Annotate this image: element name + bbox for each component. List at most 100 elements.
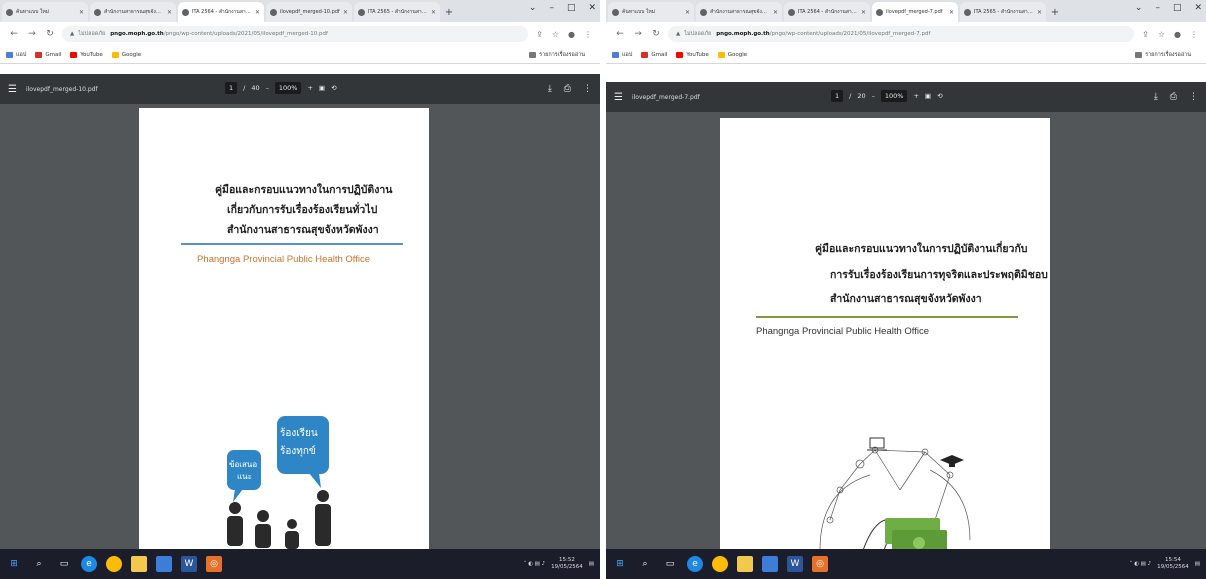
- zoom-out-button[interactable]: –: [872, 92, 875, 100]
- file-explorer-icon[interactable]: [737, 556, 753, 572]
- tab-close-icon[interactable]: ✕: [861, 9, 866, 16]
- pdf-menu-icon[interactable]: ☰: [8, 84, 17, 95]
- forward-icon[interactable]: →: [26, 29, 38, 39]
- bookmark-gmail[interactable]: Gmail: [35, 51, 61, 58]
- task-view-icon[interactable]: ▭: [56, 556, 72, 572]
- download-icon[interactable]: ⤓: [1154, 92, 1158, 102]
- edge-icon[interactable]: e: [687, 556, 703, 572]
- bookmark-star-icon[interactable]: ☆: [1158, 30, 1165, 39]
- tray-icons[interactable]: ˄ ◐ ▤ ♪: [1130, 561, 1152, 567]
- tab-close-icon[interactable]: ✕: [1037, 9, 1042, 16]
- page-number-input[interactable]: 1: [225, 82, 238, 94]
- reading-list[interactable]: รายการเรื่องรออ่าน: [1135, 51, 1191, 59]
- browser-tab[interactable]: ilovepdf_merged-10.pdf ✕: [266, 2, 352, 22]
- forward-icon[interactable]: →: [632, 29, 644, 39]
- menu-dots-icon[interactable]: ⋮: [584, 30, 592, 39]
- new-tab-button[interactable]: +: [1048, 2, 1062, 22]
- tab-close-icon[interactable]: ✕: [167, 9, 172, 16]
- close-window-button[interactable]: ✕: [588, 3, 596, 13]
- search-icon[interactable]: ⌕: [637, 556, 653, 572]
- chrome-active-icon[interactable]: ◎: [206, 556, 222, 572]
- fit-page-icon[interactable]: ▣: [319, 84, 325, 92]
- profile-icon[interactable]: ●: [568, 30, 575, 39]
- browser-tab-active[interactable]: ITA 2564 - สำนักงานสาธารณสุขจังหวัด✕: [178, 2, 264, 22]
- share-icon[interactable]: ⇪: [536, 30, 543, 39]
- chrome-active-icon[interactable]: ◎: [812, 556, 828, 572]
- start-windows-icon[interactable]: ⊞: [6, 556, 22, 572]
- browser-tab[interactable]: ค้นหาแบบ ใหม่ ✕: [608, 2, 694, 22]
- warning-icon[interactable]: ▲: [676, 31, 680, 37]
- minimize-button[interactable]: –: [1155, 3, 1160, 13]
- menu-dots-icon[interactable]: ⋮: [1190, 30, 1198, 39]
- file-explorer-icon[interactable]: [131, 556, 147, 572]
- print-icon[interactable]: ⎙: [1170, 92, 1177, 102]
- chrome-icon[interactable]: [712, 556, 728, 572]
- warning-icon[interactable]: ▲: [70, 31, 74, 37]
- chrome-icon[interactable]: [106, 556, 122, 572]
- share-icon[interactable]: ⇪: [1142, 30, 1149, 39]
- search-icon[interactable]: ⌕: [31, 556, 47, 572]
- profile-icon[interactable]: ●: [1174, 30, 1181, 39]
- browser-tab[interactable]: สำนักงานสาธารณสุขจังหวัดพังงา✕: [90, 2, 176, 22]
- tab-close-icon[interactable]: ✕: [79, 9, 84, 16]
- zoom-level[interactable]: 100%: [880, 90, 908, 102]
- zoom-in-button[interactable]: +: [913, 92, 918, 100]
- tab-close-icon[interactable]: ✕: [685, 9, 690, 16]
- bookmark-google[interactable]: Google: [111, 51, 141, 58]
- zoom-in-button[interactable]: +: [307, 84, 312, 92]
- notification-icon[interactable]: ▤: [1195, 561, 1200, 567]
- notification-icon[interactable]: ▤: [589, 561, 594, 567]
- more-options-icon[interactable]: ⋮: [583, 84, 592, 94]
- address-bar[interactable]: ▲ ไม่ปลอดภัย pngo.moph.go.th /pngo/wp-co…: [668, 26, 1135, 42]
- bookmark-google[interactable]: Google: [717, 51, 747, 58]
- new-tab-button[interactable]: +: [442, 2, 456, 22]
- bookmark-youtube[interactable]: YouTube: [676, 51, 709, 58]
- task-view-icon[interactable]: ▭: [662, 556, 678, 572]
- tab-search-icon[interactable]: ⌄: [529, 3, 537, 13]
- reload-icon[interactable]: ↻: [650, 29, 662, 39]
- tab-close-icon[interactable]: ✕: [255, 9, 260, 16]
- browser-tab[interactable]: ITA 2565 - สำนักงานสาธารณสุขจังหวัด✕: [960, 2, 1046, 22]
- browser-tab[interactable]: สำนักงานสาธารณสุขจังหวัดพังงา✕: [696, 2, 782, 22]
- page-number-input[interactable]: 1: [831, 90, 844, 102]
- browser-tab[interactable]: ITA 2565 - สำนักงานสาธารณสุขจังหวัด✕: [354, 2, 440, 22]
- tab-close-icon[interactable]: ✕: [949, 9, 954, 16]
- tab-search-icon[interactable]: ⌄: [1135, 3, 1143, 13]
- store-icon[interactable]: [156, 556, 172, 572]
- pdf-viewer[interactable]: คู่มือและกรอบแนวทางในการปฏิบัติงานเกี่ยว…: [606, 112, 1206, 549]
- tab-close-icon[interactable]: ✕: [431, 9, 436, 16]
- start-windows-icon[interactable]: ⊞: [612, 556, 628, 572]
- back-icon[interactable]: ←: [8, 29, 20, 39]
- more-options-icon[interactable]: ⋮: [1189, 92, 1198, 102]
- maximize-button[interactable]: □: [567, 3, 576, 13]
- zoom-out-button[interactable]: –: [266, 84, 269, 92]
- download-icon[interactable]: ⤓: [548, 84, 552, 94]
- print-icon[interactable]: ⎙: [564, 84, 571, 94]
- pdf-menu-icon[interactable]: ☰: [614, 92, 623, 103]
- browser-tab-active[interactable]: ilovepdf_merged-7.pdf ✕: [872, 2, 958, 22]
- pdf-viewer[interactable]: คู่มือและกรอบแนวทางในการปฏิบัติงาน เกี่ย…: [0, 104, 600, 549]
- browser-tab[interactable]: ค้นหาแบบ ใหม่ ✕: [2, 2, 88, 22]
- store-icon[interactable]: [762, 556, 778, 572]
- browser-tab[interactable]: ITA 2564 - สำนักงานสาธารณสุขจังหวัด✕: [784, 2, 870, 22]
- bookmark-gmail[interactable]: Gmail: [641, 51, 667, 58]
- back-icon[interactable]: ←: [614, 29, 626, 39]
- reading-list[interactable]: รายการเรื่องรออ่าน: [529, 51, 585, 59]
- rotate-icon[interactable]: ⟲: [331, 84, 336, 92]
- bookmark-star-icon[interactable]: ☆: [552, 30, 559, 39]
- minimize-button[interactable]: –: [549, 3, 554, 13]
- clock[interactable]: 15:52 19/05/2564: [551, 557, 583, 571]
- bookmark-youtube[interactable]: YouTube: [70, 51, 103, 58]
- rotate-icon[interactable]: ⟲: [937, 92, 942, 100]
- edge-icon[interactable]: e: [81, 556, 97, 572]
- maximize-button[interactable]: □: [1173, 3, 1182, 13]
- bookmark-apps[interactable]: แอป: [612, 51, 632, 59]
- address-bar[interactable]: ▲ ไม่ปลอดภัย pngo.moph.go.th /pngo/wp-co…: [62, 26, 529, 42]
- word-icon[interactable]: W: [181, 556, 197, 572]
- close-window-button[interactable]: ✕: [1194, 3, 1202, 13]
- tab-close-icon[interactable]: ✕: [773, 9, 778, 16]
- tab-close-icon[interactable]: ✕: [343, 9, 348, 16]
- word-icon[interactable]: W: [787, 556, 803, 572]
- reload-icon[interactable]: ↻: [44, 29, 56, 39]
- tray-icons[interactable]: ˄ ◐ ▤ ♪: [524, 561, 546, 567]
